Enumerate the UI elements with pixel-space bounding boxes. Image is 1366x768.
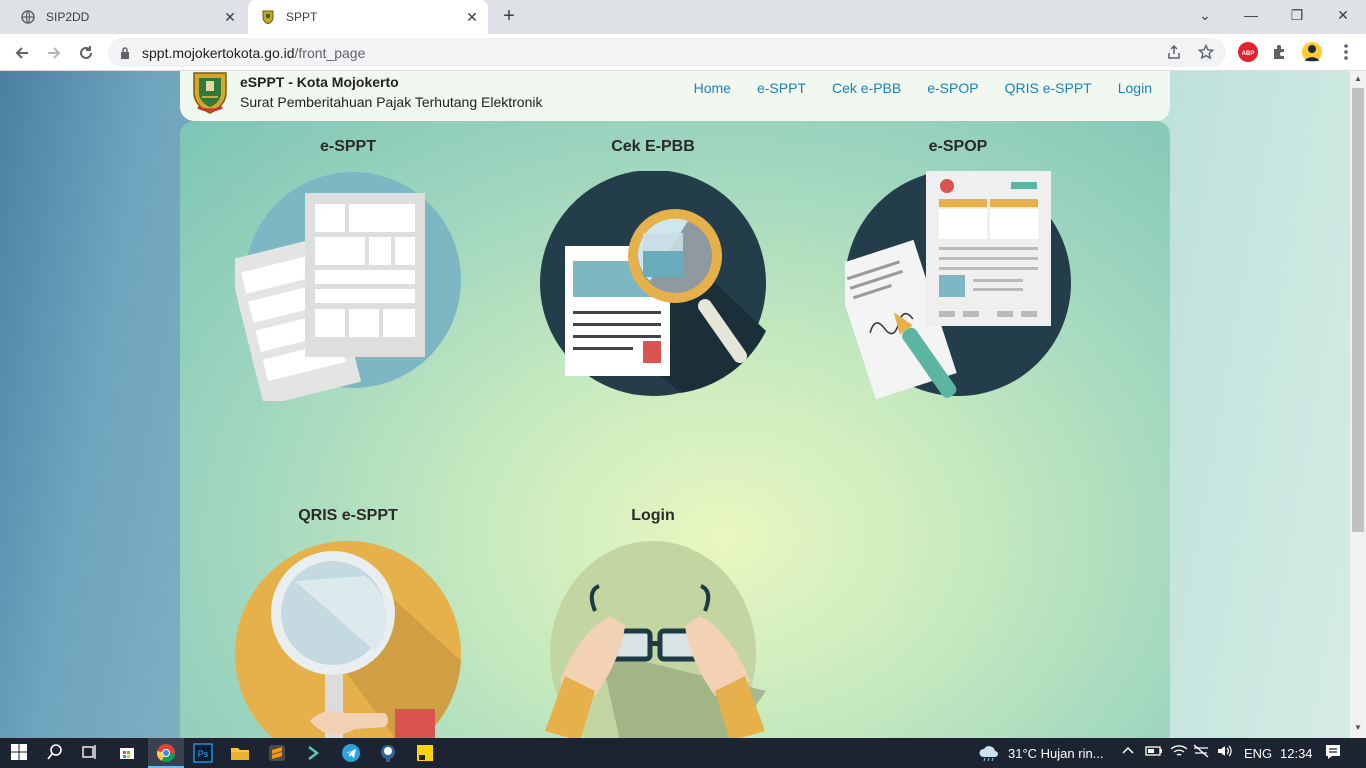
e-sppt-documents-icon[interactable] — [227, 171, 465, 406]
extensions-puzzle-icon[interactable] — [1270, 42, 1290, 62]
sticky-notes-icon[interactable] — [415, 743, 435, 763]
forward-arrow-icon[interactable] — [42, 41, 66, 65]
weather-text[interactable]: 31°C Hujan rin... — [1008, 746, 1104, 761]
task-view-icon[interactable] — [80, 743, 100, 763]
tile-title-e-sppt[interactable]: e-SPPT — [228, 138, 468, 156]
close-window-icon[interactable]: ✕ — [1320, 0, 1366, 30]
scroll-down-icon[interactable]: ▼ — [1353, 723, 1363, 733]
cek-e-pbb-magnifier-icon[interactable] — [540, 170, 770, 406]
search-icon[interactable] — [46, 743, 66, 763]
show-hidden-icons-chevron-icon[interactable] — [1120, 743, 1140, 763]
qris-e-sppt-magnifier-icon[interactable] — [235, 541, 465, 738]
tile-title-login[interactable]: Login — [533, 507, 773, 525]
reload-icon[interactable] — [74, 41, 98, 65]
tab-sppt[interactable]: SPPT ✕ — [248, 0, 488, 34]
scroll-up-icon[interactable]: ▲ — [1353, 74, 1363, 84]
telegram-icon[interactable] — [341, 743, 361, 763]
nav-cek-e-pbb[interactable]: Cek e-PBB — [832, 80, 901, 96]
site-favicon-icon — [260, 9, 276, 25]
nav-qris-e-sppt[interactable]: QRIS e-SPPT — [1005, 80, 1092, 96]
address-bar[interactable]: sppt.mojokertokota.go.id/front_page — [108, 38, 1226, 67]
file-explorer-icon[interactable] — [230, 743, 250, 763]
tab-sip2dd[interactable]: SIP2DD ✕ — [8, 0, 246, 34]
bookmark-star-icon[interactable] — [1197, 43, 1216, 62]
volume-icon[interactable] — [1216, 743, 1236, 763]
photoshop-icon[interactable]: Ps — [193, 743, 213, 763]
page-viewport: eSPPT - Kota Mojokerto Surat Pemberitahu… — [0, 71, 1350, 738]
nav-e-sppt[interactable]: e-SPPT — [757, 80, 806, 96]
nav-login[interactable]: Login — [1118, 80, 1152, 96]
git-app-icon[interactable] — [304, 743, 324, 763]
nav-home[interactable]: Home — [694, 80, 731, 96]
adblock-icon[interactable]: ABP — [1238, 42, 1258, 62]
e-spop-form-pen-icon[interactable] — [832, 170, 1075, 406]
tile-title-cek-e-pbb[interactable]: Cek E-PBB — [533, 138, 773, 156]
tile-title-e-spop[interactable]: e-SPOP — [838, 138, 1078, 156]
weather-cloud-icon[interactable] — [978, 743, 998, 763]
page-scrollbar[interactable]: ▲ ▼ — [1350, 71, 1366, 738]
tab-search-icon[interactable]: ⌄ — [1182, 0, 1228, 30]
city-emblem-logo — [192, 71, 228, 115]
browser-menu-icon[interactable] — [1336, 42, 1356, 62]
minimize-icon[interactable]: — — [1228, 0, 1274, 30]
svg-text:ABP: ABP — [1242, 51, 1255, 57]
postgres-icon[interactable] — [378, 743, 398, 763]
tab-strip: SIP2DD ✕ SPPT ✕ + ⌄ — ❐ ✕ — [0, 0, 1366, 34]
clock-time[interactable]: 12:34 — [1280, 746, 1313, 761]
globe-icon — [20, 9, 36, 25]
url-path: /front_page — [294, 45, 366, 61]
tab-title: SPPT — [286, 10, 318, 24]
wifi-icon[interactable] — [1170, 743, 1190, 763]
nav-e-spop[interactable]: e-SPOP — [927, 80, 978, 96]
language-indicator[interactable]: ENG — [1244, 746, 1272, 761]
url-host: sppt.mojokertokota.go.id — [142, 45, 295, 61]
close-tab-icon[interactable]: ✕ — [464, 9, 480, 25]
network-off-icon[interactable] — [1192, 743, 1212, 763]
windows-taskbar: Ps 31°C Hujan rin... ENG 12:34 — [0, 738, 1366, 768]
back-arrow-icon[interactable] — [10, 41, 34, 65]
site-header: eSPPT - Kota Mojokerto Surat Pemberitahu… — [180, 71, 1170, 121]
scroll-thumb[interactable] — [1352, 88, 1364, 532]
main-nav: Home e-SPPT Cek e-PBB e-SPOP QRIS e-SPPT… — [694, 80, 1152, 96]
tab-title: SIP2DD — [46, 10, 90, 24]
store-icon[interactable] — [118, 743, 138, 763]
close-tab-icon[interactable]: ✕ — [222, 9, 238, 25]
site-subtitle: Surat Pemberitahuan Pajak Terhutang Elek… — [240, 94, 543, 110]
notification-center-icon[interactable] — [1324, 743, 1344, 763]
new-tab-button[interactable]: + — [498, 6, 520, 28]
browser-toolbar: sppt.mojokertokota.go.id/front_page ABP — [0, 34, 1366, 71]
menu-card: e-SPPT Cek E-PBB e-SPOP QRIS e-SPPT Logi… — [180, 121, 1170, 738]
sublime-text-icon[interactable] — [267, 743, 287, 763]
windows-start-icon[interactable] — [10, 743, 30, 763]
profile-avatar[interactable] — [1302, 42, 1322, 62]
chrome-icon[interactable] — [156, 743, 176, 763]
site-brand: eSPPT - Kota Mojokerto — [240, 74, 399, 90]
battery-icon[interactable] — [1145, 743, 1165, 763]
restore-icon[interactable]: ❐ — [1274, 0, 1320, 30]
share-icon[interactable] — [1166, 44, 1184, 62]
url-text: sppt.mojokertokota.go.id/front_page — [142, 45, 365, 61]
svg-text:Ps: Ps — [198, 749, 209, 759]
tile-title-qris-e-sppt[interactable]: QRIS e-SPPT — [228, 507, 468, 525]
login-glasses-icon[interactable] — [540, 541, 770, 738]
lock-icon — [120, 46, 130, 64]
